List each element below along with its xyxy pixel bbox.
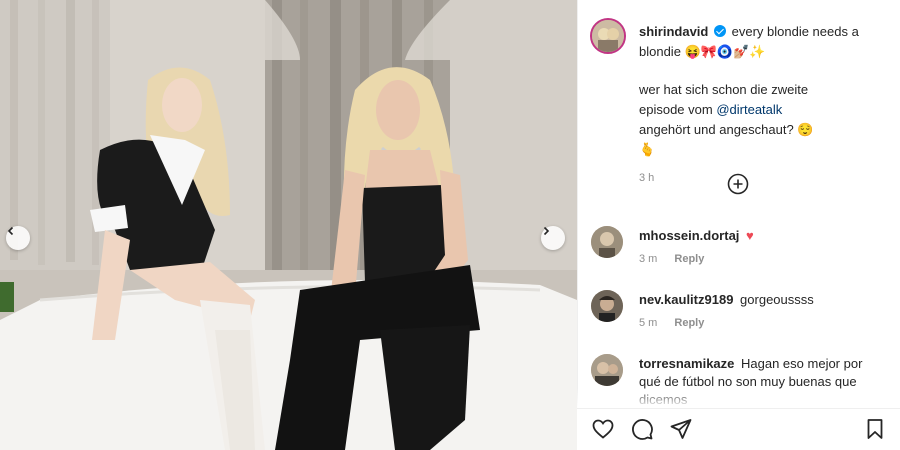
post-action-bar	[577, 408, 900, 450]
like-button[interactable]	[591, 417, 615, 446]
comment-text: ♥	[746, 228, 754, 243]
avatar-image	[592, 20, 624, 52]
verified-badge-icon	[713, 25, 726, 37]
comment-username[interactable]: mhossein.dortaj	[639, 228, 739, 243]
mention-link[interactable]: @dirteatalk	[716, 102, 782, 117]
comment-time: 3 m	[639, 253, 658, 265]
caption-paragraph-2: wer hat sich schon die zweite episode vo…	[639, 80, 829, 160]
comment-meta: 3 m Reply	[639, 253, 704, 265]
bookmark-icon	[867, 419, 883, 439]
author-username[interactable]: shirindavid	[639, 24, 708, 39]
reply-button[interactable]: Reply	[674, 317, 704, 329]
avatar-image	[591, 226, 623, 258]
post-photo[interactable]	[0, 0, 577, 450]
comment-icon	[632, 419, 653, 440]
comment-meta: 5 m Reply	[639, 317, 704, 329]
comment-text: gorgeoussss	[740, 292, 814, 307]
photo-illustration	[0, 0, 577, 450]
commenter-avatar[interactable]	[591, 290, 623, 322]
next-photo-button[interactable]	[541, 226, 565, 250]
paper-plane-icon	[670, 419, 692, 439]
author-avatar[interactable]	[590, 18, 626, 54]
comment-time: 5 m	[639, 317, 658, 329]
instagram-post-modal: shirindavid every blondie needs a blondi…	[0, 0, 900, 450]
chevron-right-icon	[543, 226, 550, 236]
plus-circle-icon	[727, 173, 749, 195]
scroll-fade	[577, 388, 900, 408]
commenter-avatar[interactable]	[591, 226, 623, 258]
caption-text-part2: angehört und angeschaut? 😌🫰	[639, 122, 814, 157]
comment-username[interactable]: torresnamikaze	[639, 356, 734, 371]
post-caption: shirindavid every blondie needs a blondi…	[639, 22, 884, 188]
save-button[interactable]	[863, 417, 887, 446]
caption-line-2: blondie 😝🎀🧿💅🏼✨	[639, 44, 766, 59]
load-more-comments-button[interactable]	[727, 173, 749, 200]
reply-button[interactable]: Reply	[674, 253, 704, 265]
share-button[interactable]	[669, 417, 693, 446]
comment-button[interactable]	[630, 417, 654, 446]
comment-item: mhossein.dortaj ♥	[639, 227, 884, 245]
comment-username[interactable]: nev.kaulitz9189	[639, 292, 733, 307]
heart-icon	[592, 419, 614, 439]
avatar-image	[591, 354, 623, 386]
comment-item: nev.kaulitz9189 gorgeoussss	[639, 291, 884, 309]
caption-line-1: every blondie needs a	[731, 24, 859, 39]
post-timestamp: 3 h	[639, 172, 655, 184]
commenter-avatar[interactable]	[591, 354, 623, 386]
previous-photo-button[interactable]	[6, 226, 30, 250]
avatar-image	[591, 290, 623, 322]
chevron-left-icon	[7, 226, 14, 236]
